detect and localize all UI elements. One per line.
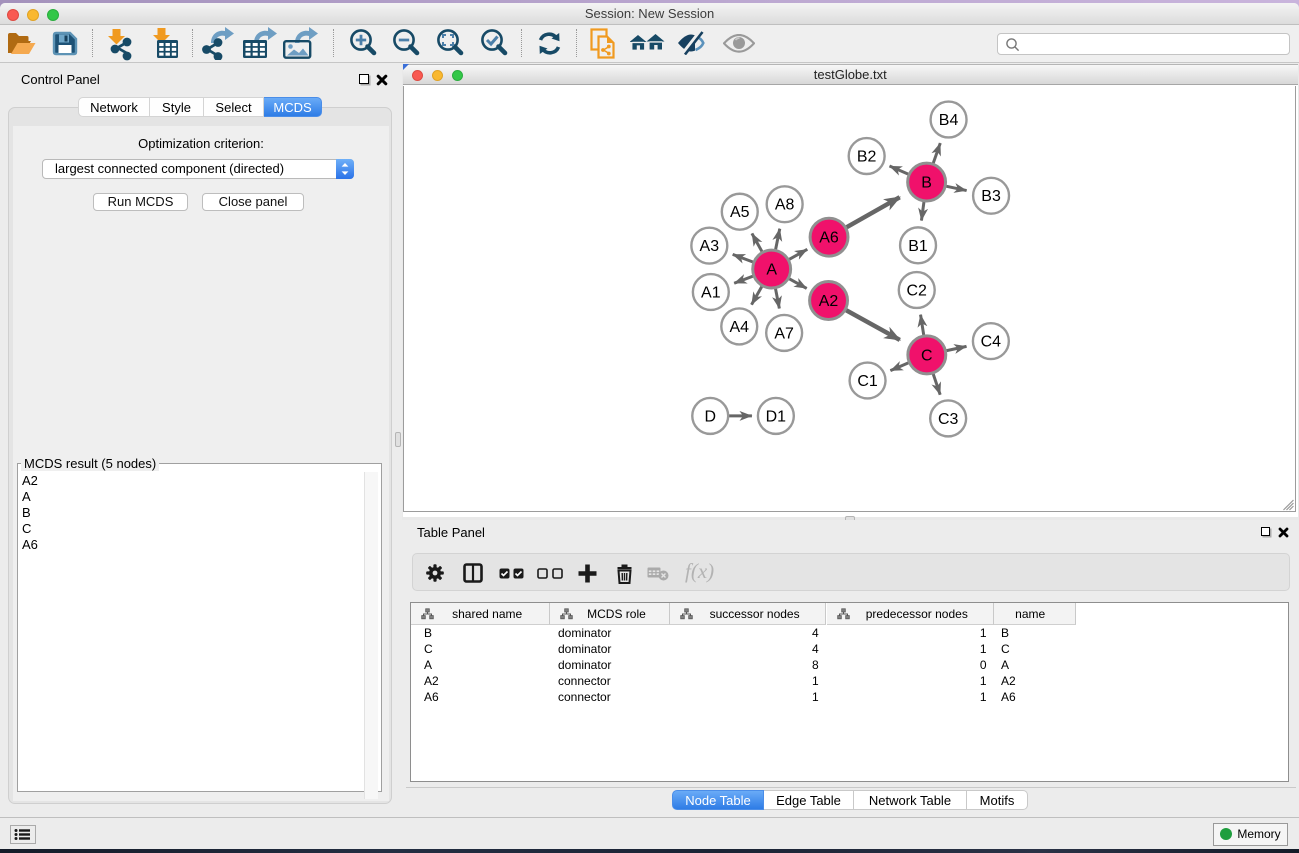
svg-text:A1: A1 bbox=[701, 285, 721, 302]
svg-text:A8: A8 bbox=[775, 197, 795, 214]
svg-text:B3: B3 bbox=[981, 188, 1001, 205]
svg-text:A6: A6 bbox=[819, 230, 839, 247]
svg-text:D1: D1 bbox=[766, 408, 787, 425]
svg-text:B2: B2 bbox=[857, 149, 877, 166]
svg-text:A5: A5 bbox=[730, 204, 750, 221]
svg-text:B1: B1 bbox=[908, 238, 928, 255]
svg-text:A4: A4 bbox=[730, 319, 750, 336]
svg-text:C2: C2 bbox=[907, 283, 928, 300]
svg-text:C4: C4 bbox=[981, 334, 1002, 351]
svg-text:C: C bbox=[921, 347, 933, 364]
svg-text:A7: A7 bbox=[774, 325, 794, 342]
svg-text:B: B bbox=[921, 175, 932, 192]
svg-text:A: A bbox=[766, 262, 777, 279]
svg-text:A2: A2 bbox=[819, 293, 839, 310]
svg-text:C1: C1 bbox=[857, 373, 878, 390]
svg-text:D: D bbox=[704, 408, 716, 425]
svg-text:C3: C3 bbox=[938, 411, 959, 428]
svg-text:B4: B4 bbox=[939, 112, 959, 129]
svg-text:A3: A3 bbox=[700, 238, 720, 255]
